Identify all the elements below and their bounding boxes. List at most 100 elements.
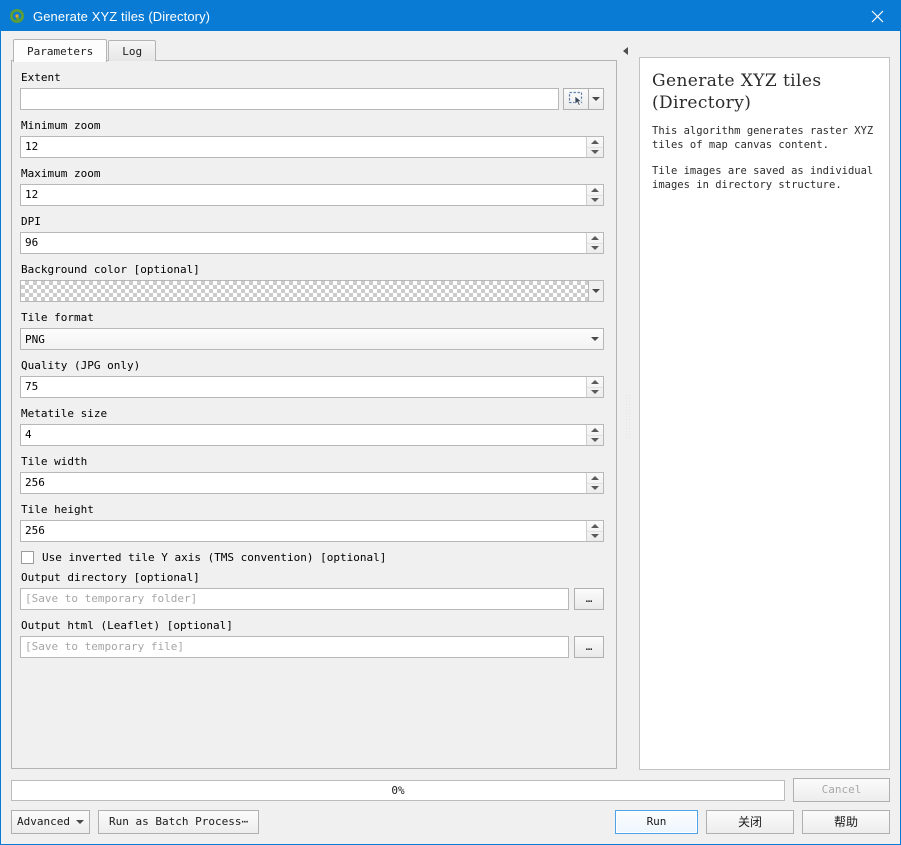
spin-up-button[interactable] bbox=[587, 473, 603, 484]
spin-down-button[interactable] bbox=[587, 388, 603, 398]
cancel-button[interactable]: Cancel bbox=[793, 778, 890, 802]
triangle-up-icon bbox=[591, 235, 599, 240]
tile-width-spinner[interactable]: 256 bbox=[20, 472, 604, 494]
progress-row: 0% Cancel bbox=[11, 778, 890, 802]
triangle-down-icon bbox=[591, 246, 599, 251]
triangle-down-icon bbox=[591, 534, 599, 539]
splitter-grip[interactable] bbox=[625, 394, 630, 439]
spin-down-button[interactable] bbox=[587, 196, 603, 206]
dialog-window: Generate XYZ tiles (Directory) Parameter… bbox=[0, 0, 901, 845]
quality-spinner[interactable]: 75 bbox=[20, 376, 604, 398]
window-title: Generate XYZ tiles (Directory) bbox=[33, 8, 211, 24]
chevron-down-icon bbox=[76, 820, 84, 824]
triangle-down-icon bbox=[591, 390, 599, 395]
maximum-zoom-spinner[interactable]: 12 bbox=[20, 184, 604, 206]
row-tile-width: 256 bbox=[20, 472, 604, 494]
triangle-down-icon bbox=[591, 486, 599, 491]
triangle-up-icon bbox=[591, 187, 599, 192]
label-quality: Quality (JPG only) bbox=[21, 359, 141, 372]
output-directory-input[interactable]: [Save to temporary folder] bbox=[20, 588, 569, 610]
spin-up-button[interactable] bbox=[587, 233, 603, 244]
advanced-button[interactable]: Advanced bbox=[11, 810, 90, 834]
maximum-zoom-value[interactable]: 12 bbox=[21, 185, 586, 205]
dpi-spinner[interactable]: 96 bbox=[20, 232, 604, 254]
qgis-logo-icon bbox=[9, 8, 25, 24]
spin-down-button[interactable] bbox=[587, 484, 603, 494]
label-background-color: Background color [optional] bbox=[21, 263, 200, 276]
dpi-value[interactable]: 96 bbox=[21, 233, 586, 253]
row-background-color bbox=[20, 280, 604, 302]
color-dropdown-icon[interactable] bbox=[589, 280, 604, 302]
run-as-batch-process-button[interactable]: Run as Batch Process⋯ bbox=[98, 810, 260, 834]
dialog-footer: 0% Cancel Advanced Run as Batch Process⋯… bbox=[1, 770, 900, 844]
run-button[interactable]: Run bbox=[615, 810, 698, 834]
label-extent: Extent bbox=[21, 71, 61, 84]
tile-format-value: PNG bbox=[25, 332, 45, 346]
label-tile-format: Tile format bbox=[21, 311, 94, 324]
tile-width-spin-buttons bbox=[586, 473, 603, 493]
chevron-down-icon bbox=[592, 289, 600, 293]
label-dpi: DPI bbox=[21, 215, 41, 228]
extent-dropdown-icon[interactable] bbox=[589, 88, 604, 110]
minimum-zoom-spinner[interactable]: 12 bbox=[20, 136, 604, 158]
output-html-input[interactable]: [Save to temporary file] bbox=[20, 636, 569, 658]
row-quality: 75 bbox=[20, 376, 604, 398]
title-bar: Generate XYZ tiles (Directory) bbox=[1, 1, 900, 31]
spin-up-button[interactable] bbox=[587, 185, 603, 196]
close-icon[interactable] bbox=[854, 1, 900, 31]
row-dpi: 96 bbox=[20, 232, 604, 254]
actions-row: Advanced Run as Batch Process⋯ Run 关闭 帮助 bbox=[11, 810, 890, 834]
spin-up-button[interactable] bbox=[587, 137, 603, 148]
dialog-body: Parameters Log Extent Minimum zoom 12 Ma… bbox=[1, 31, 900, 770]
collapse-panel-icon[interactable] bbox=[621, 45, 630, 57]
chevron-down-icon bbox=[592, 97, 600, 101]
label-tile-height: Tile height bbox=[21, 503, 94, 516]
row-tile-format: PNG bbox=[20, 328, 604, 350]
help-button[interactable]: 帮助 bbox=[802, 810, 890, 834]
row-extent bbox=[20, 88, 604, 110]
algorithm-description-2: Tile images are saved as individual imag… bbox=[652, 165, 874, 191]
metatile-size-spinner[interactable]: 4 bbox=[20, 424, 604, 446]
triangle-up-icon bbox=[591, 379, 599, 384]
label-tile-width: Tile width bbox=[21, 455, 88, 468]
output-html-browse-button[interactable]: … bbox=[574, 636, 604, 658]
progress-bar: 0% bbox=[11, 779, 785, 801]
spin-down-button[interactable] bbox=[587, 436, 603, 446]
close-button[interactable]: 关闭 bbox=[706, 810, 794, 834]
extent-select-icon[interactable] bbox=[563, 88, 589, 110]
spin-up-button[interactable] bbox=[587, 425, 603, 436]
spin-up-button[interactable] bbox=[587, 521, 603, 532]
triangle-down-icon bbox=[591, 438, 599, 443]
tab-bar: Parameters Log bbox=[11, 39, 617, 62]
panel-splitter[interactable] bbox=[617, 39, 639, 770]
background-color-picker[interactable] bbox=[20, 280, 604, 302]
tab-parameters[interactable]: Parameters bbox=[13, 39, 108, 62]
inverted-y-checkbox[interactable] bbox=[21, 551, 34, 564]
tile-format-select[interactable]: PNG bbox=[20, 328, 604, 350]
label-output-directory: Output directory [optional] bbox=[21, 571, 200, 584]
triangle-down-icon bbox=[591, 150, 599, 155]
advanced-button-label: Advanced bbox=[17, 815, 70, 828]
tab-log[interactable]: Log bbox=[108, 40, 157, 61]
spin-up-button[interactable] bbox=[587, 377, 603, 388]
chevron-left-icon bbox=[623, 47, 628, 55]
algorithm-description-1: This algorithm generates raster XYZ tile… bbox=[652, 125, 874, 151]
maximum-zoom-spin-buttons bbox=[586, 185, 603, 205]
metatile-size-value[interactable]: 4 bbox=[21, 425, 586, 445]
tile-width-value[interactable]: 256 bbox=[21, 473, 586, 493]
extent-input[interactable] bbox=[20, 88, 559, 110]
triangle-down-icon bbox=[591, 198, 599, 203]
label-maximum-zoom: Maximum zoom bbox=[21, 167, 101, 180]
spin-down-button[interactable] bbox=[587, 244, 603, 254]
minimum-zoom-value[interactable]: 12 bbox=[21, 137, 586, 157]
tile-height-spinner[interactable]: 256 bbox=[20, 520, 604, 542]
quality-value[interactable]: 75 bbox=[21, 377, 586, 397]
output-directory-browse-button[interactable]: … bbox=[574, 588, 604, 610]
minimum-zoom-spin-buttons bbox=[586, 137, 603, 157]
tile-height-value[interactable]: 256 bbox=[21, 521, 586, 541]
spin-down-button[interactable] bbox=[587, 532, 603, 542]
color-swatch[interactable] bbox=[20, 280, 589, 302]
spin-down-button[interactable] bbox=[587, 148, 603, 158]
row-minimum-zoom: 12 bbox=[20, 136, 604, 158]
inverted-y-checkbox-row[interactable]: Use inverted tile Y axis (TMS convention… bbox=[21, 551, 604, 564]
